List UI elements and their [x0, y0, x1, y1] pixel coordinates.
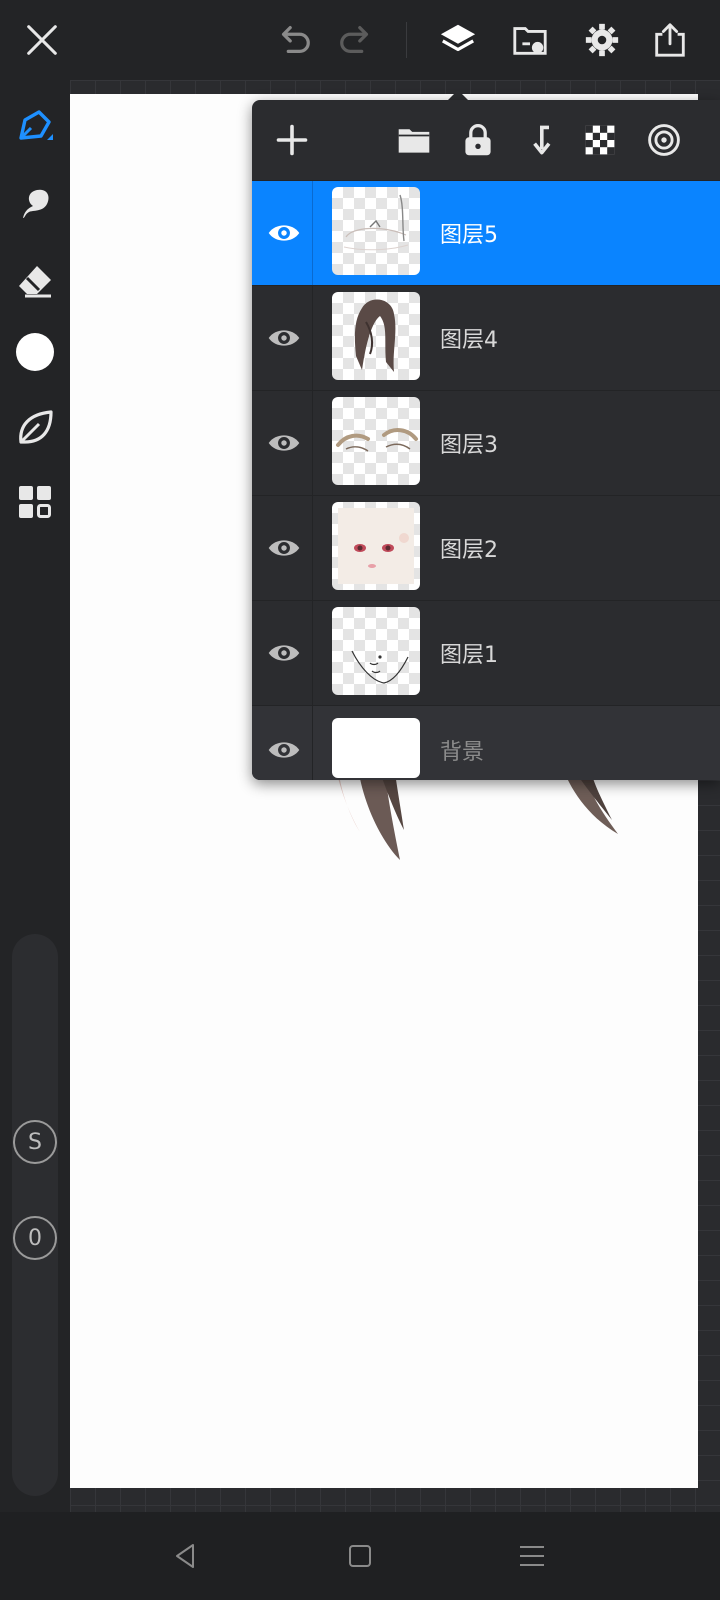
- layer-row-3[interactable]: 图层3: [252, 390, 720, 495]
- layer-thumbnail: [332, 607, 420, 695]
- color-icon[interactable]: [11, 328, 59, 376]
- layer-thumbnail: [332, 718, 420, 778]
- brush-size-slider[interactable]: [12, 934, 58, 1496]
- layer-row-1[interactable]: 图层1: [252, 600, 720, 705]
- layers-icon[interactable]: [434, 16, 482, 64]
- merge-down-icon[interactable]: [518, 118, 562, 162]
- layer-row-2[interactable]: 图层2: [252, 495, 720, 600]
- more-icon[interactable]: [642, 118, 686, 162]
- layer-name: 图层3: [440, 433, 498, 458]
- layer-thumbnail: [332, 502, 420, 590]
- lock-icon[interactable]: [456, 118, 500, 162]
- home-icon[interactable]: [336, 1532, 384, 1580]
- left-toolbar: S 0: [0, 80, 70, 1512]
- layers-toolbar: [252, 100, 720, 180]
- visibility-eye-icon[interactable]: [260, 209, 308, 257]
- recents-icon[interactable]: [508, 1532, 556, 1580]
- layer-thumbnail: [332, 187, 420, 275]
- top-toolbar: [0, 0, 720, 80]
- add-layer-icon[interactable]: [270, 118, 314, 162]
- pen-icon[interactable]: [11, 102, 59, 150]
- back-icon[interactable]: [162, 1532, 210, 1580]
- divider: [312, 601, 313, 705]
- layer-name: 图层5: [440, 223, 498, 248]
- system-navbar: [0, 1512, 720, 1600]
- layer-name: 图层4: [440, 328, 498, 353]
- grid-icon[interactable]: [11, 478, 59, 526]
- visibility-eye-icon[interactable]: [260, 726, 308, 774]
- opacity-button[interactable]: 0: [13, 1216, 57, 1260]
- redo-icon[interactable]: [332, 16, 380, 64]
- folder-icon[interactable]: [392, 118, 436, 162]
- layer-name: 图层2: [440, 538, 498, 563]
- layer-name: 背景: [440, 740, 485, 765]
- close-icon[interactable]: [18, 16, 66, 64]
- layer-row-5[interactable]: 图层5: [252, 180, 720, 285]
- settings-icon[interactable]: [578, 16, 626, 64]
- layer-name: 图层1: [440, 643, 498, 668]
- leaf-icon[interactable]: [11, 404, 59, 452]
- divider: [312, 706, 313, 780]
- size-button[interactable]: S: [13, 1120, 57, 1164]
- visibility-eye-icon[interactable]: [260, 314, 308, 362]
- undo-icon[interactable]: [270, 16, 318, 64]
- eraser-icon[interactable]: [11, 256, 59, 304]
- layer-thumbnail: [332, 292, 420, 380]
- layers-panel: 图层5 图层4 图层3 图层2 图层1 背景: [252, 100, 720, 780]
- toolbar-divider: [406, 22, 407, 58]
- visibility-eye-icon[interactable]: [260, 524, 308, 572]
- divider: [312, 391, 313, 495]
- layer-row-background[interactable]: 背景: [252, 705, 720, 780]
- share-icon[interactable]: [646, 16, 694, 64]
- divider: [312, 496, 313, 600]
- import-icon[interactable]: [506, 16, 554, 64]
- layer-thumbnail: [332, 397, 420, 485]
- visibility-eye-icon[interactable]: [260, 629, 308, 677]
- divider: [312, 286, 313, 390]
- visibility-eye-icon[interactable]: [260, 419, 308, 467]
- divider: [312, 181, 313, 285]
- smudge-icon[interactable]: [11, 180, 59, 228]
- alpha-lock-icon[interactable]: [578, 118, 622, 162]
- layer-row-4[interactable]: 图层4: [252, 285, 720, 390]
